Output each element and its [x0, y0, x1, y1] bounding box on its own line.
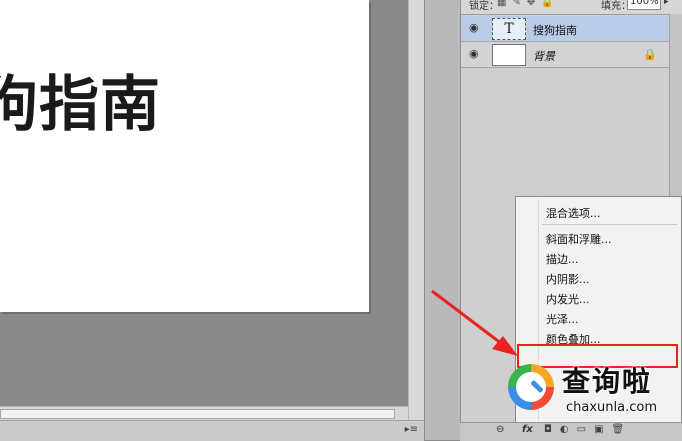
watermark-logo-icon — [508, 364, 554, 410]
watermark-url: chaxunla.com — [566, 400, 657, 415]
footer-tool-icons[interactable]: ◘◐▭▣🗑 — [544, 424, 632, 435]
add-layer-style-button[interactable]: fx — [522, 424, 533, 435]
watermark-title: 查询啦 — [562, 365, 653, 398]
layers-panel-footer: ⊖ fx ◘◐▭▣🗑 — [460, 422, 682, 441]
watermark: 查询啦 chaxunla.com — [500, 356, 682, 418]
link-layers-icon[interactable]: ⊖ — [496, 424, 504, 435]
arrow-shaft — [431, 289, 507, 349]
